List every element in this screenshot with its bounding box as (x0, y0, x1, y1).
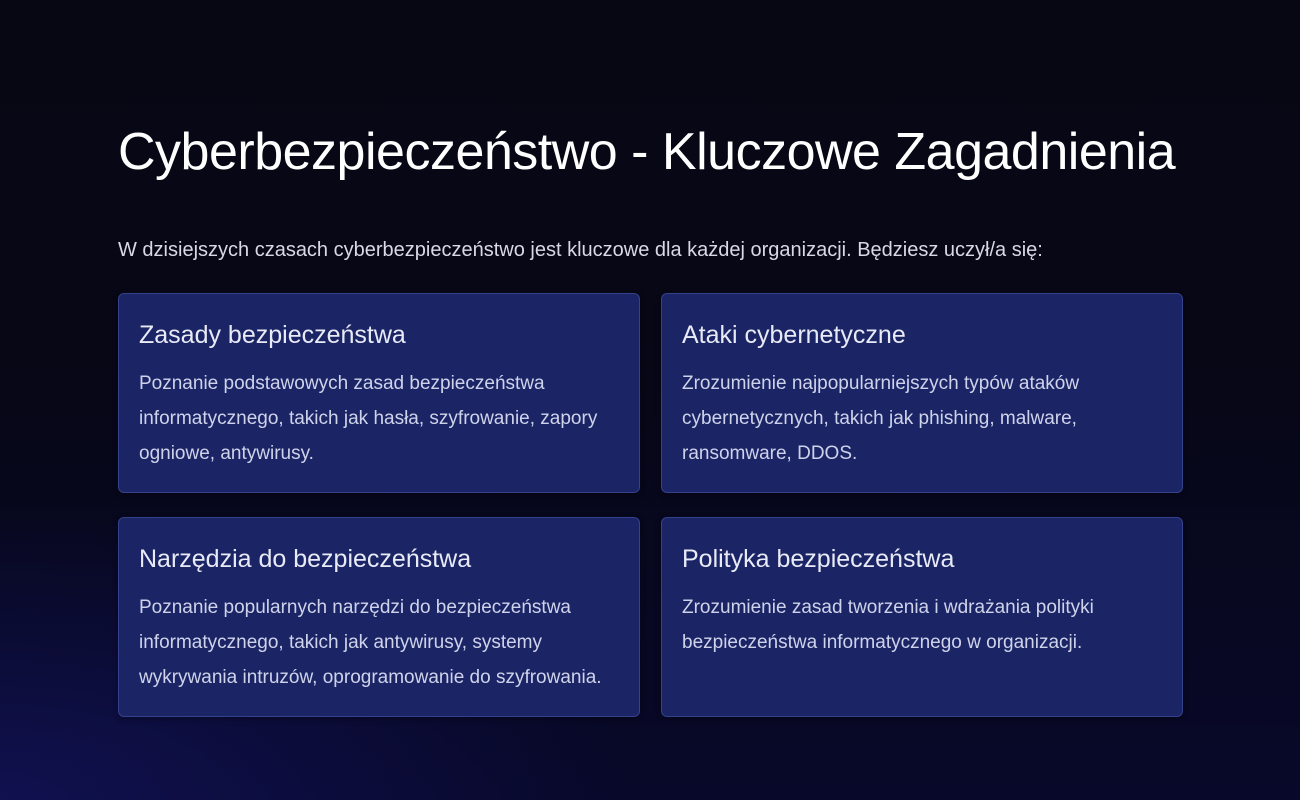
topic-card-security-principles: Zasady bezpieczeństwa Poznanie podstawow… (118, 293, 640, 493)
topic-card-title: Polityka bezpieczeństwa (682, 545, 955, 573)
intro-text: W dzisiejszych czasach cyberbezpieczeńst… (118, 239, 1043, 261)
topic-card-cyber-attacks: Ataki cybernetyczne Zrozumienie najpopul… (661, 293, 1183, 493)
topic-card-security-tools: Narzędzia do bezpieczeństwa Poznanie pop… (118, 517, 640, 717)
slide-content: Cyberbezpieczeństwo - Kluczowe Zagadnien… (118, 0, 1183, 800)
topic-card-security-policy: Polityka bezpieczeństwa Zrozumienie zasa… (661, 517, 1183, 717)
topic-card-title: Zasady bezpieczeństwa (139, 321, 406, 349)
topic-card-description: Poznanie podstawowych zasad bezpieczeńst… (139, 373, 598, 464)
page-title: Cyberbezpieczeństwo - Kluczowe Zagadnien… (118, 123, 1176, 181)
topic-card-description: Poznanie popularnych narzędzi do bezpiec… (139, 597, 602, 688)
topic-card-title: Narzędzia do bezpieczeństwa (139, 545, 472, 573)
topic-card-title: Ataki cybernetyczne (682, 321, 906, 349)
topics-grid: Zasady bezpieczeństwa Poznanie podstawow… (118, 293, 1183, 717)
topic-card-description: Zrozumienie najpopularniejszych typów at… (682, 373, 1080, 464)
topic-card-description: Zrozumienie zasad tworzenia i wdrażania … (682, 597, 1094, 653)
